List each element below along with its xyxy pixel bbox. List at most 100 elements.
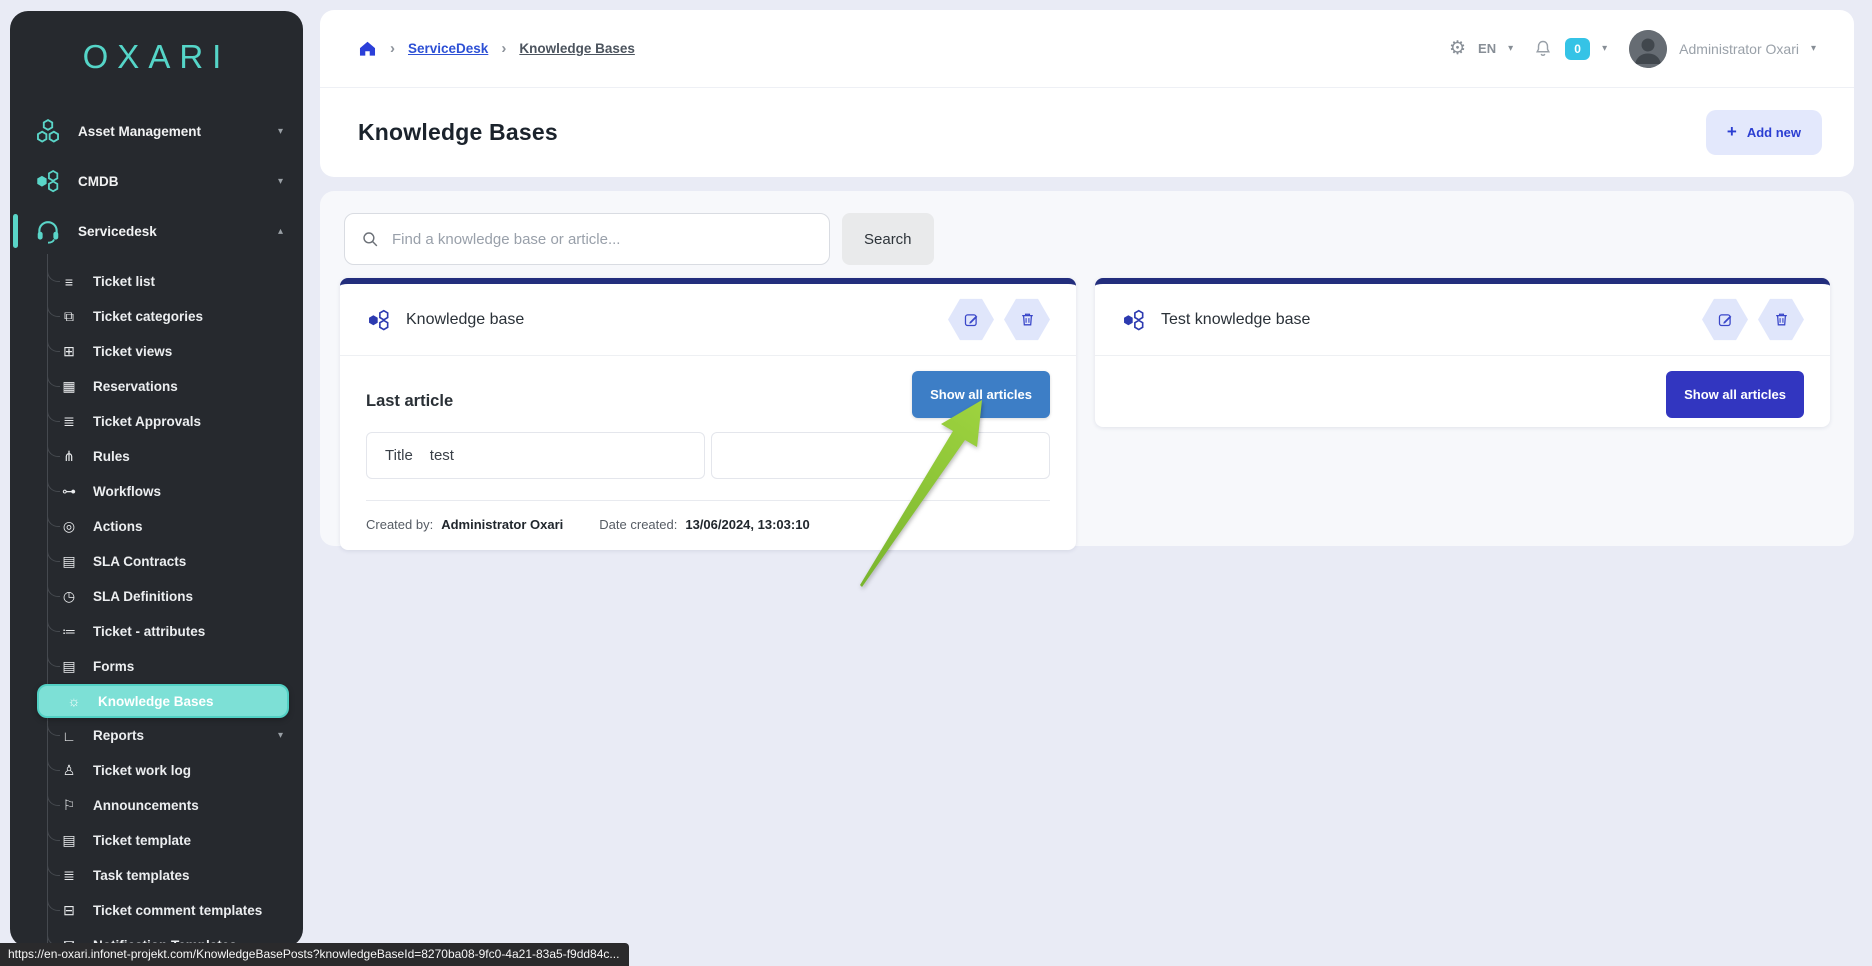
sidebar-item-label: Forms <box>93 659 134 674</box>
card-actions <box>948 298 1050 342</box>
delete-button[interactable] <box>1004 298 1050 342</box>
sidebar-item-forms[interactable]: ▤ Forms <box>10 649 303 684</box>
header-panel: › ServiceDesk › Knowledge Bases ⚙ EN ▾ 0… <box>320 10 1854 177</box>
chevron-down-icon[interactable]: ▾ <box>1602 43 1607 54</box>
sidebar-item-label: Ticket Approvals <box>93 414 201 429</box>
sidebar-item-label: Actions <box>93 519 143 534</box>
sidebar-item-reservations[interactable]: ▦ Reservations <box>10 369 303 404</box>
article-field-label: Title <box>385 447 413 464</box>
plus-icon: + <box>1727 122 1737 142</box>
bell-icon[interactable] <box>1533 39 1553 59</box>
edit-button[interactable] <box>1702 298 1748 342</box>
sidebar-item-label: Workflows <box>93 484 161 499</box>
sla-contracts-icon: ▤ <box>58 553 80 570</box>
sidebar-item-sla-definitions[interactable]: ◷ SLA Definitions <box>10 579 303 614</box>
card-header: Test knowledge base <box>1095 284 1830 356</box>
search-box <box>344 213 830 265</box>
sidebar-item-label: Reservations <box>93 379 178 394</box>
sidebar-nav: Asset Management ▾ CMDB ▾ Servicedesk ▴ … <box>10 106 303 947</box>
reservations-icon: ▦ <box>58 378 80 395</box>
ticket-work-log-icon: ♙ <box>58 762 80 779</box>
sidebar-item-ticket-work-log[interactable]: ♙ Ticket work log <box>10 753 303 788</box>
page-header-row: Knowledge Bases + Add new <box>320 88 1854 176</box>
ticket-list-icon: ≡ <box>58 274 80 290</box>
gear-icon[interactable]: ⚙ <box>1449 37 1466 60</box>
home-icon[interactable] <box>358 39 377 58</box>
sidebar-item-ticket-views[interactable]: ⊞ Ticket views <box>10 334 303 369</box>
card-title: Knowledge base <box>406 311 524 329</box>
sidebar-item-label: SLA Contracts <box>93 554 186 569</box>
sidebar-item-label: Servicedesk <box>78 224 157 239</box>
sidebar-item-rules[interactable]: ⋔ Rules <box>10 439 303 474</box>
content-panel: Search Knowledge base Show all articles … <box>320 191 1854 546</box>
workflows-icon: ⊶ <box>58 483 80 500</box>
sidebar-item-servicedesk[interactable]: Servicedesk ▴ <box>10 206 303 256</box>
sidebar-item-reports[interactable]: ∟ Reports ▾ <box>10 718 303 753</box>
sidebar-item-announcements[interactable]: ⚐ Announcements <box>10 788 303 823</box>
article-title-value: test <box>430 447 454 464</box>
tree-elbow <box>47 512 60 527</box>
tree-elbow <box>47 337 60 352</box>
sidebar-item-ticket-list[interactable]: ≡ Ticket list <box>10 264 303 299</box>
sidebar-item-ticket-comment-templates[interactable]: ⊟ Ticket comment templates <box>10 893 303 928</box>
page-title: Knowledge Bases <box>358 119 558 146</box>
sidebar-item-asset-management[interactable]: Asset Management ▾ <box>10 106 303 156</box>
add-new-button[interactable]: + Add new <box>1706 110 1822 155</box>
sidebar-item-ticket-attributes[interactable]: ≔ Ticket - attributes <box>10 614 303 649</box>
status-bar-url: https://en-oxari.infonet-projekt.com/Kno… <box>0 943 629 966</box>
chevron-down-icon: ▾ <box>278 730 283 741</box>
sidebar-item-actions[interactable]: ◎ Actions <box>10 509 303 544</box>
ticket-views-icon: ⊞ <box>58 343 80 360</box>
breadcrumb-current[interactable]: Knowledge Bases <box>519 41 635 56</box>
tree-elbow <box>47 267 60 282</box>
ticket-attributes-icon: ≔ <box>58 623 80 640</box>
chevron-down-icon[interactable]: ▾ <box>1508 43 1513 54</box>
sidebar-item-knowledge-bases[interactable]: ☼ Knowledge Bases <box>37 684 289 718</box>
language-selector[interactable]: EN <box>1478 41 1496 56</box>
oxari-logo: OXARI <box>10 38 303 76</box>
knowledge-base-cards: Knowledge base Show all articles Last ar… <box>340 278 1830 550</box>
edit-icon <box>963 311 980 328</box>
sidebar-item-label: SLA Definitions <box>93 589 193 604</box>
chevron-down-icon: ▾ <box>278 176 283 187</box>
search-input[interactable] <box>392 231 813 248</box>
show-all-articles-button[interactable]: Show all articles <box>1666 371 1804 418</box>
delete-button[interactable] <box>1758 298 1804 342</box>
hexagon-duo-icon <box>366 307 392 333</box>
sidebar-item-label: Ticket comment templates <box>93 903 262 918</box>
user-name[interactable]: Administrator Oxari <box>1679 41 1799 57</box>
sidebar-item-ticket-template[interactable]: ▤ Ticket template <box>10 823 303 858</box>
tree-elbow <box>47 791 60 806</box>
tree-elbow <box>47 407 60 422</box>
show-all-articles-button[interactable]: Show all articles <box>912 371 1050 418</box>
sidebar-item-cmdb[interactable]: CMDB ▾ <box>10 156 303 206</box>
article-title-cell[interactable]: Title test <box>366 432 705 479</box>
search-button[interactable]: Search <box>842 213 934 265</box>
breadcrumb-link-servicedesk[interactable]: ServiceDesk <box>408 41 488 56</box>
notification-badge[interactable]: 0 <box>1565 38 1590 60</box>
edit-button[interactable] <box>948 298 994 342</box>
sidebar-item-workflows[interactable]: ⊶ Workflows <box>10 474 303 509</box>
tree-elbow <box>47 721 60 736</box>
sidebar-item-task-templates[interactable]: ≣ Task templates <box>10 858 303 893</box>
sidebar-item-ticket-categories[interactable]: ⧉ Ticket categories <box>10 299 303 334</box>
add-new-label: Add new <box>1747 125 1801 140</box>
sidebar-item-label: Knowledge Bases <box>98 694 214 709</box>
sidebar-item-sla-contracts[interactable]: ▤ SLA Contracts <box>10 544 303 579</box>
trash-icon <box>1773 311 1790 328</box>
article-empty-cell <box>711 432 1050 479</box>
task-templates-icon: ≣ <box>58 867 80 884</box>
servicedesk-submenu: ≡ Ticket list ⧉ Ticket categories ⊞ Tick… <box>10 264 303 947</box>
chevron-down-icon: ▾ <box>278 126 283 137</box>
card-body: Show all articles <box>1095 356 1830 427</box>
avatar[interactable] <box>1629 30 1667 68</box>
chevron-down-icon[interactable]: ▾ <box>1811 43 1816 54</box>
sidebar-item-ticket-approvals[interactable]: ≣ Ticket Approvals <box>10 404 303 439</box>
tree-elbow <box>47 652 60 667</box>
breadcrumb-separator: › <box>390 40 395 57</box>
tree-elbow <box>47 617 60 632</box>
date-created-label: Date created: <box>599 517 677 532</box>
sidebar-item-label: Ticket work log <box>93 763 191 778</box>
card-footer: Created by: Administrator Oxari Date cre… <box>340 501 1076 550</box>
topbar-actions: ⚙ EN ▾ 0 ▾ Administrator Oxari ▾ <box>1449 30 1816 68</box>
